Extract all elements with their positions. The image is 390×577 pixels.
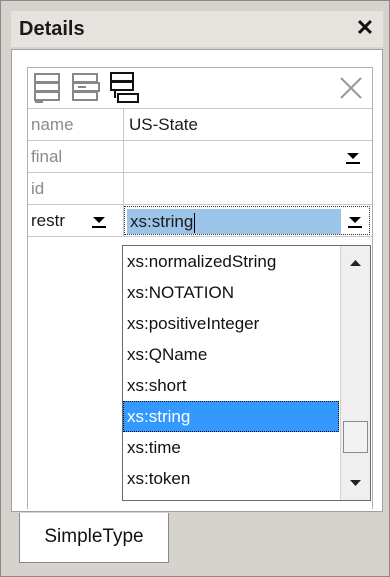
dropdown-scrollbar[interactable] xyxy=(340,246,370,500)
final-value-field[interactable] xyxy=(124,141,372,172)
scroll-up-icon[interactable] xyxy=(341,250,370,276)
toolbar xyxy=(27,67,373,109)
details-window: Details ✕ name US-State final id restr x… xyxy=(0,0,390,577)
dropdown-option[interactable]: xs:time xyxy=(123,432,339,463)
window-title: Details xyxy=(19,18,85,40)
add-child-row-icon[interactable] xyxy=(108,71,142,105)
chevron-down-icon[interactable] xyxy=(342,210,368,232)
restr-label-cell[interactable]: restr xyxy=(28,205,124,236)
insert-row-icon[interactable] xyxy=(70,71,104,105)
scroll-thumb[interactable] xyxy=(343,421,368,453)
property-label: final xyxy=(28,141,124,172)
property-row-final: final xyxy=(28,141,372,173)
dropdown-option[interactable]: xs:short xyxy=(123,370,339,401)
restr-selected-text[interactable]: xs:string xyxy=(127,209,341,234)
name-value-field[interactable]: US-State xyxy=(124,109,372,140)
restr-value-field[interactable]: xs:string xyxy=(124,205,372,236)
dropdown-option[interactable]: xs:token xyxy=(123,463,339,494)
chevron-down-icon[interactable] xyxy=(86,210,112,232)
restr-value: xs:string xyxy=(130,212,194,231)
text-caret xyxy=(194,212,196,233)
dropdown-option[interactable]: xs:QName xyxy=(123,339,339,370)
property-row-restr: restr xs:string xyxy=(28,205,372,237)
property-row-name: name US-State xyxy=(28,109,372,141)
title-bar: Details ✕ xyxy=(11,11,383,47)
scroll-down-icon[interactable] xyxy=(341,470,370,496)
restr-combobox[interactable]: xs:string xyxy=(124,206,370,235)
dropdown-option[interactable]: xs:NOTATION xyxy=(123,277,339,308)
dropdown-option[interactable]: xs:normalizedString xyxy=(123,246,339,277)
property-label: restr xyxy=(31,211,65,230)
property-row-id: id xyxy=(28,173,372,205)
chevron-down-icon[interactable] xyxy=(340,146,366,168)
tab-simpletype[interactable]: SimpleType xyxy=(19,513,169,563)
property-label: id xyxy=(28,173,124,204)
property-label: name xyxy=(28,109,124,140)
type-dropdown-list[interactable]: xs:normalizedString xs:NOTATION xs:posit… xyxy=(122,245,371,501)
append-row-icon[interactable] xyxy=(32,71,66,105)
delete-row-icon[interactable] xyxy=(334,71,368,105)
dropdown-option-selected[interactable]: xs:string xyxy=(123,401,339,432)
close-icon[interactable]: ✕ xyxy=(353,15,377,41)
tab-strip: SimpleType xyxy=(11,513,383,571)
dropdown-option[interactable]: xs:positiveInteger xyxy=(123,308,339,339)
id-value-field[interactable] xyxy=(124,173,372,204)
